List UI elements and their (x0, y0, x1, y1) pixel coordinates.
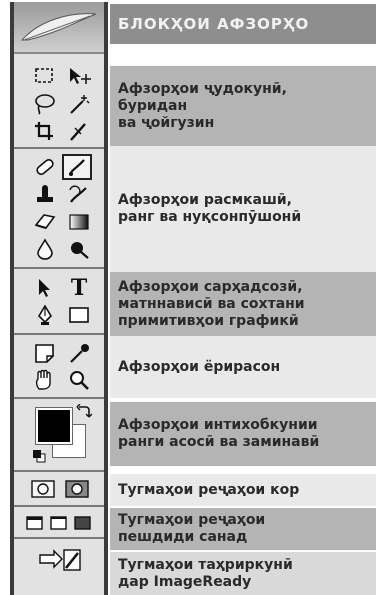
section-label-screen-modes: Тугмаҳои реҷаҳои пешдиди санад (110, 508, 376, 550)
jump-to-imageready-icon[interactable] (36, 545, 86, 575)
section-label-vector: Афзорҳои сарҳадсозӣ, матннависӣ ва сохта… (110, 272, 376, 336)
slice-icon[interactable] (64, 118, 94, 144)
section-label-imageready: Тугмаҳои таҳриркунӣ дар ImageReady (110, 552, 376, 595)
tool-group-divider (14, 147, 104, 149)
rect-marquee-icon[interactable] (30, 63, 60, 89)
eraser-icon[interactable] (30, 209, 60, 235)
tool-group-divider (14, 397, 104, 399)
section-label-modes: Тугмаҳои реҷаҳои кор (110, 474, 376, 506)
path-select-icon[interactable] (30, 275, 60, 301)
standard-mode-icon[interactable] (28, 476, 58, 502)
feather-icon (20, 13, 97, 41)
zoom-icon[interactable] (64, 367, 94, 393)
swap-colors-icon[interactable] (76, 403, 93, 424)
healing-brush-icon[interactable] (30, 154, 60, 180)
tools-palette: T (10, 2, 108, 595)
type-icon[interactable]: T (64, 275, 94, 301)
section-label-colors: Афзорҳои интихобкунии ранги асосӣ ва зам… (110, 402, 376, 466)
gradient-icon[interactable] (64, 209, 94, 235)
type-tool-glyph: T (70, 275, 88, 301)
history-brush-icon[interactable] (64, 182, 94, 208)
standard-screen-mode-icon[interactable] (24, 510, 46, 536)
foreground-color-swatch[interactable] (35, 407, 73, 445)
full-screen-menu-mode-icon[interactable] (48, 510, 70, 536)
tool-group-divider (14, 267, 104, 269)
clone-stamp-icon[interactable] (30, 182, 60, 208)
crop-icon[interactable] (30, 118, 60, 144)
section-label-auxiliary: Афзорҳои ёрирасон (110, 336, 376, 398)
eyedropper-icon[interactable] (64, 340, 94, 366)
tool-group-divider (14, 537, 104, 539)
move-icon[interactable] (64, 63, 94, 89)
pen-icon[interactable] (30, 302, 60, 328)
hand-icon[interactable] (30, 367, 60, 393)
shape-icon[interactable] (64, 302, 94, 328)
tool-group-divider (14, 333, 104, 335)
quick-mask-mode-icon[interactable] (62, 476, 92, 502)
page-title: БЛОКҲОИ АФЗОРҲО (110, 4, 376, 44)
section-label-selection: Афзорҳои ҷудокунӣ, буридан ва ҷойгузин (110, 66, 376, 146)
lasso-icon[interactable] (30, 91, 60, 117)
section-label-painting: Афзорҳои расмкашӣ, ранг ва нуқсонпӯшонӣ (110, 146, 376, 272)
default-colors-icon[interactable] (32, 448, 46, 467)
full-screen-mode-icon[interactable] (72, 510, 94, 536)
notes-icon[interactable] (30, 340, 60, 366)
dodge-icon[interactable] (64, 236, 94, 262)
feather-logo[interactable] (14, 2, 104, 54)
magic-wand-icon[interactable] (64, 91, 94, 117)
blur-icon[interactable] (30, 236, 60, 262)
brush-icon[interactable] (62, 154, 92, 180)
tool-group-divider (14, 505, 104, 507)
tool-group-divider (14, 470, 104, 472)
